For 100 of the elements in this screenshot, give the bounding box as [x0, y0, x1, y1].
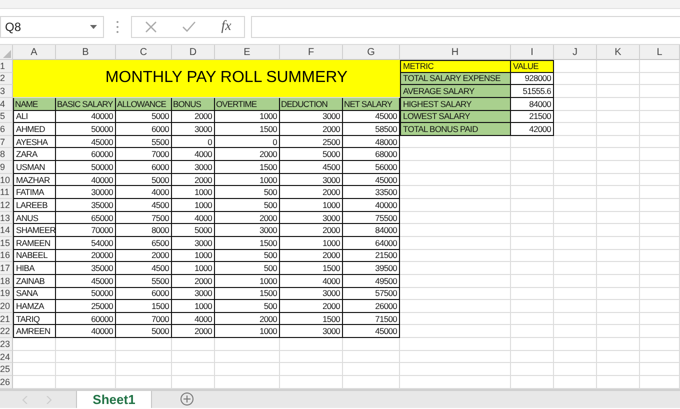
empty-cell[interactable] — [597, 186, 640, 200]
empty-cell[interactable] — [215, 338, 280, 351]
empty-cell[interactable] — [640, 350, 680, 364]
empty-cell[interactable] — [597, 148, 640, 162]
empty-cell[interactable] — [511, 350, 554, 364]
empty-cell[interactable] — [400, 212, 511, 224]
empty-cell[interactable] — [400, 148, 511, 162]
column-header[interactable]: I — [511, 45, 554, 60]
column-header[interactable]: G — [343, 45, 400, 60]
row-header[interactable]: 7 — [0, 136, 13, 148]
empty-cell[interactable] — [511, 174, 554, 186]
empty-cell[interactable] — [640, 148, 680, 162]
empty-cell[interactable] — [640, 288, 680, 300]
empty-cell[interactable] — [640, 136, 680, 148]
column-header[interactable]: H — [400, 45, 511, 60]
empty-cell[interactable] — [400, 325, 511, 338]
row-header[interactable]: 25 — [0, 363, 13, 376]
row-header[interactable]: 17 — [0, 262, 13, 275]
empty-cell[interactable] — [511, 236, 554, 250]
sheet-navigation-icon[interactable] — [22, 396, 52, 404]
empty-cell[interactable] — [554, 136, 597, 148]
empty-cell[interactable] — [640, 300, 680, 313]
empty-cell[interactable] — [597, 174, 640, 186]
empty-cell[interactable] — [116, 363, 172, 376]
empty-cell[interactable] — [554, 274, 597, 288]
empty-cell[interactable] — [640, 60, 680, 73]
empty-cell[interactable] — [554, 224, 597, 237]
empty-cell[interactable] — [400, 288, 511, 300]
empty-cell[interactable] — [554, 350, 597, 364]
empty-cell[interactable] — [640, 110, 680, 124]
row-header[interactable]: 23 — [0, 338, 13, 351]
column-header[interactable]: K — [597, 45, 640, 60]
empty-cell[interactable] — [400, 350, 511, 364]
row-header[interactable]: 5 — [0, 110, 13, 124]
empty-cell[interactable] — [640, 199, 680, 212]
empty-cell[interactable] — [554, 363, 597, 376]
empty-cell[interactable] — [554, 325, 597, 338]
empty-cell[interactable] — [511, 161, 554, 174]
empty-cell[interactable] — [400, 224, 511, 237]
empty-cell[interactable] — [597, 300, 640, 313]
row-header[interactable]: 20 — [0, 300, 13, 313]
row-header[interactable]: 9 — [0, 161, 13, 174]
empty-cell[interactable] — [511, 148, 554, 162]
name-box[interactable]: Q8 — [0, 16, 104, 38]
add-sheet-icon[interactable] — [180, 392, 194, 406]
empty-cell[interactable] — [597, 123, 640, 136]
empty-cell[interactable] — [511, 250, 554, 262]
empty-cell[interactable] — [215, 363, 280, 376]
empty-cell[interactable] — [400, 312, 511, 326]
empty-cell[interactable] — [597, 85, 640, 98]
empty-cell[interactable] — [597, 224, 640, 237]
empty-cell[interactable] — [400, 186, 511, 200]
row-header[interactable]: 10 — [0, 174, 13, 186]
empty-cell[interactable] — [280, 363, 343, 376]
empty-cell[interactable] — [597, 60, 640, 73]
empty-cell[interactable] — [511, 199, 554, 212]
empty-cell[interactable] — [400, 174, 511, 186]
empty-cell[interactable] — [400, 136, 511, 148]
empty-cell[interactable] — [511, 288, 554, 300]
empty-cell[interactable] — [511, 274, 554, 288]
empty-cell[interactable] — [511, 312, 554, 326]
empty-cell[interactable] — [597, 250, 640, 262]
empty-cell[interactable] — [597, 72, 640, 86]
row-header[interactable]: 6 — [0, 123, 13, 136]
empty-cell[interactable] — [597, 363, 640, 376]
empty-cell[interactable] — [597, 161, 640, 174]
empty-cell[interactable] — [597, 338, 640, 351]
column-header[interactable]: A — [13, 45, 56, 60]
column-header[interactable]: D — [172, 45, 215, 60]
empty-cell[interactable] — [511, 363, 554, 376]
empty-cell[interactable] — [640, 312, 680, 326]
empty-cell[interactable] — [511, 325, 554, 338]
row-header[interactable]: 19 — [0, 288, 13, 300]
row-header[interactable]: 4 — [0, 98, 13, 111]
empty-cell[interactable] — [511, 212, 554, 224]
column-header[interactable]: J — [554, 45, 597, 60]
empty-cell[interactable] — [56, 363, 116, 376]
empty-cell[interactable] — [597, 199, 640, 212]
empty-cell[interactable] — [172, 338, 215, 351]
column-header[interactable]: E — [215, 45, 280, 60]
empty-cell[interactable] — [511, 338, 554, 351]
empty-cell[interactable] — [597, 110, 640, 124]
empty-cell[interactable] — [597, 288, 640, 300]
empty-cell[interactable] — [511, 300, 554, 313]
empty-cell[interactable] — [116, 338, 172, 351]
empty-cell[interactable] — [554, 338, 597, 351]
empty-cell[interactable] — [400, 161, 511, 174]
column-header[interactable]: C — [116, 45, 172, 60]
empty-cell[interactable] — [597, 312, 640, 326]
empty-cell[interactable] — [640, 212, 680, 224]
row-header[interactable]: 24 — [0, 350, 13, 364]
row-header[interactable]: 22 — [0, 325, 13, 338]
empty-cell[interactable] — [280, 338, 343, 351]
empty-cell[interactable] — [640, 72, 680, 86]
empty-cell[interactable] — [56, 350, 116, 364]
empty-cell[interactable] — [640, 85, 680, 98]
empty-cell[interactable] — [554, 161, 597, 174]
empty-cell[interactable] — [640, 363, 680, 376]
empty-cell[interactable] — [56, 338, 116, 351]
empty-cell[interactable] — [554, 236, 597, 250]
